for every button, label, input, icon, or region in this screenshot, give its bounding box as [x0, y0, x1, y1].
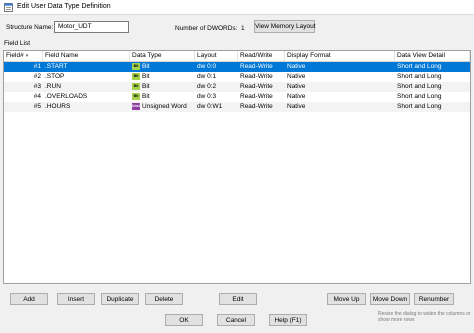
data-view-detail-cell: Short and Long: [397, 83, 442, 90]
field-name-cell: .OVERLOADS: [45, 93, 88, 100]
grid-header: Field# ▾ Field Name Data Type Layout Read…: [4, 51, 470, 62]
add-button[interactable]: Add: [10, 293, 48, 305]
app-icon: [4, 3, 13, 12]
cancel-button[interactable]: Cancel: [217, 314, 255, 326]
field-num-cell: #2: [33, 73, 41, 80]
display-format-cell: Native: [287, 103, 306, 110]
layout-cell: dw 0:W1: [197, 103, 223, 110]
bit-type-icon: Bit: [132, 62, 140, 70]
view-memory-layout-button[interactable]: View Memory Layout: [254, 20, 316, 33]
data-type-cell: Bit Bit: [132, 82, 150, 90]
table-row[interactable]: #3 .RUN Bit Bit dw 0:2 Read-Write Native …: [4, 82, 470, 92]
data-type-cell: Unsig WordUnsigned Word: [132, 102, 187, 110]
duplicate-button[interactable]: Duplicate: [101, 293, 139, 305]
window-title: Edit User Data Type Definition: [17, 3, 111, 10]
field-name-cell: .START: [45, 63, 68, 70]
data-view-detail-cell: Short and Long: [397, 73, 442, 80]
ok-button[interactable]: OK: [165, 314, 203, 326]
unsigned-word-type-icon: Unsig Word: [132, 102, 153, 110]
data-view-detail-cell: Short and Long: [397, 93, 442, 100]
column-header-layout[interactable]: Layout: [195, 51, 238, 61]
resize-hint: Resize the dialog to widen the columns o…: [378, 311, 471, 323]
column-header-field-name[interactable]: Field Name: [43, 51, 130, 61]
read-write-cell: Read-Write: [240, 103, 273, 110]
read-write-cell: Read-Write: [240, 93, 273, 100]
structure-name-input[interactable]: Motor_UDT: [54, 21, 129, 33]
data-view-detail-cell: Short and Long: [397, 103, 442, 110]
move-up-button[interactable]: Move Up: [327, 293, 366, 305]
field-name-cell: .HOURS: [45, 103, 71, 110]
layout-cell: dw 0:2: [197, 83, 217, 90]
display-format-cell: Native: [287, 73, 306, 80]
field-list-grid[interactable]: Field# ▾ Field Name Data Type Layout Read…: [3, 50, 471, 284]
dwords-value: 1: [241, 25, 245, 32]
field-num-cell: #1: [33, 63, 41, 70]
display-format-cell: Native: [287, 63, 306, 70]
column-header-display-format[interactable]: Display Format: [285, 51, 395, 61]
field-name-cell: .STOP: [45, 73, 65, 80]
table-row[interactable]: #4 .OVERLOADS Bit Bit dw 0:3 Read-Write N…: [4, 92, 470, 102]
structure-name-label: Structure Name:: [6, 24, 54, 31]
read-write-cell: Read-Write: [240, 73, 273, 80]
data-view-detail-cell: Short and Long: [397, 63, 442, 70]
bit-type-icon: Bit: [132, 82, 140, 90]
field-num-cell: #5: [33, 103, 41, 110]
column-header-data-view-detail[interactable]: Data View Detail: [395, 51, 470, 61]
field-list-label: Field List: [4, 40, 31, 47]
read-write-cell: Read-Write: [240, 83, 273, 90]
renumber-button[interactable]: Renumber: [414, 293, 454, 305]
layout-cell: dw 0:3: [197, 93, 217, 100]
read-write-cell: Read-Write: [240, 63, 273, 70]
field-num-cell: #3: [33, 83, 41, 90]
insert-button[interactable]: Insert: [57, 293, 95, 305]
field-name-cell: .RUN: [45, 83, 61, 90]
delete-button[interactable]: Delete: [145, 293, 183, 305]
field-num-cell: #4: [33, 93, 41, 100]
title-bar: Edit User Data Type Definition: [0, 0, 474, 15]
display-format-cell: Native: [287, 83, 306, 90]
display-format-cell: Native: [287, 93, 306, 100]
edit-button[interactable]: Edit: [219, 293, 257, 305]
bit-type-icon: Bit: [132, 72, 140, 80]
data-type-cell: Bit Bit: [132, 72, 150, 80]
table-row[interactable]: #1 .START Bit Bit dw 0:0 Read-Write Nativ…: [4, 62, 470, 72]
table-row[interactable]: #5 .HOURS Unsig WordUnsigned Word dw 0:W…: [4, 102, 470, 112]
help-button[interactable]: Help (F1): [269, 314, 307, 326]
column-header-read-write[interactable]: Read/Write: [238, 51, 285, 61]
column-header-field-num[interactable]: Field# ▾: [4, 51, 43, 61]
sort-icon: ▾: [25, 53, 29, 59]
layout-cell: dw 0:0: [197, 63, 217, 70]
data-type-cell: Bit Bit: [132, 92, 150, 100]
bit-type-icon: Bit: [132, 92, 140, 100]
data-type-cell: Bit Bit: [132, 62, 150, 70]
table-row[interactable]: #2 .STOP Bit Bit dw 0:1 Read-Write Native…: [4, 72, 470, 82]
column-header-data-type[interactable]: Data Type: [130, 51, 195, 61]
dwords-label: Number of DWORDs:: [175, 25, 238, 32]
layout-cell: dw 0:1: [197, 73, 217, 80]
move-down-button[interactable]: Move Down: [370, 293, 410, 305]
